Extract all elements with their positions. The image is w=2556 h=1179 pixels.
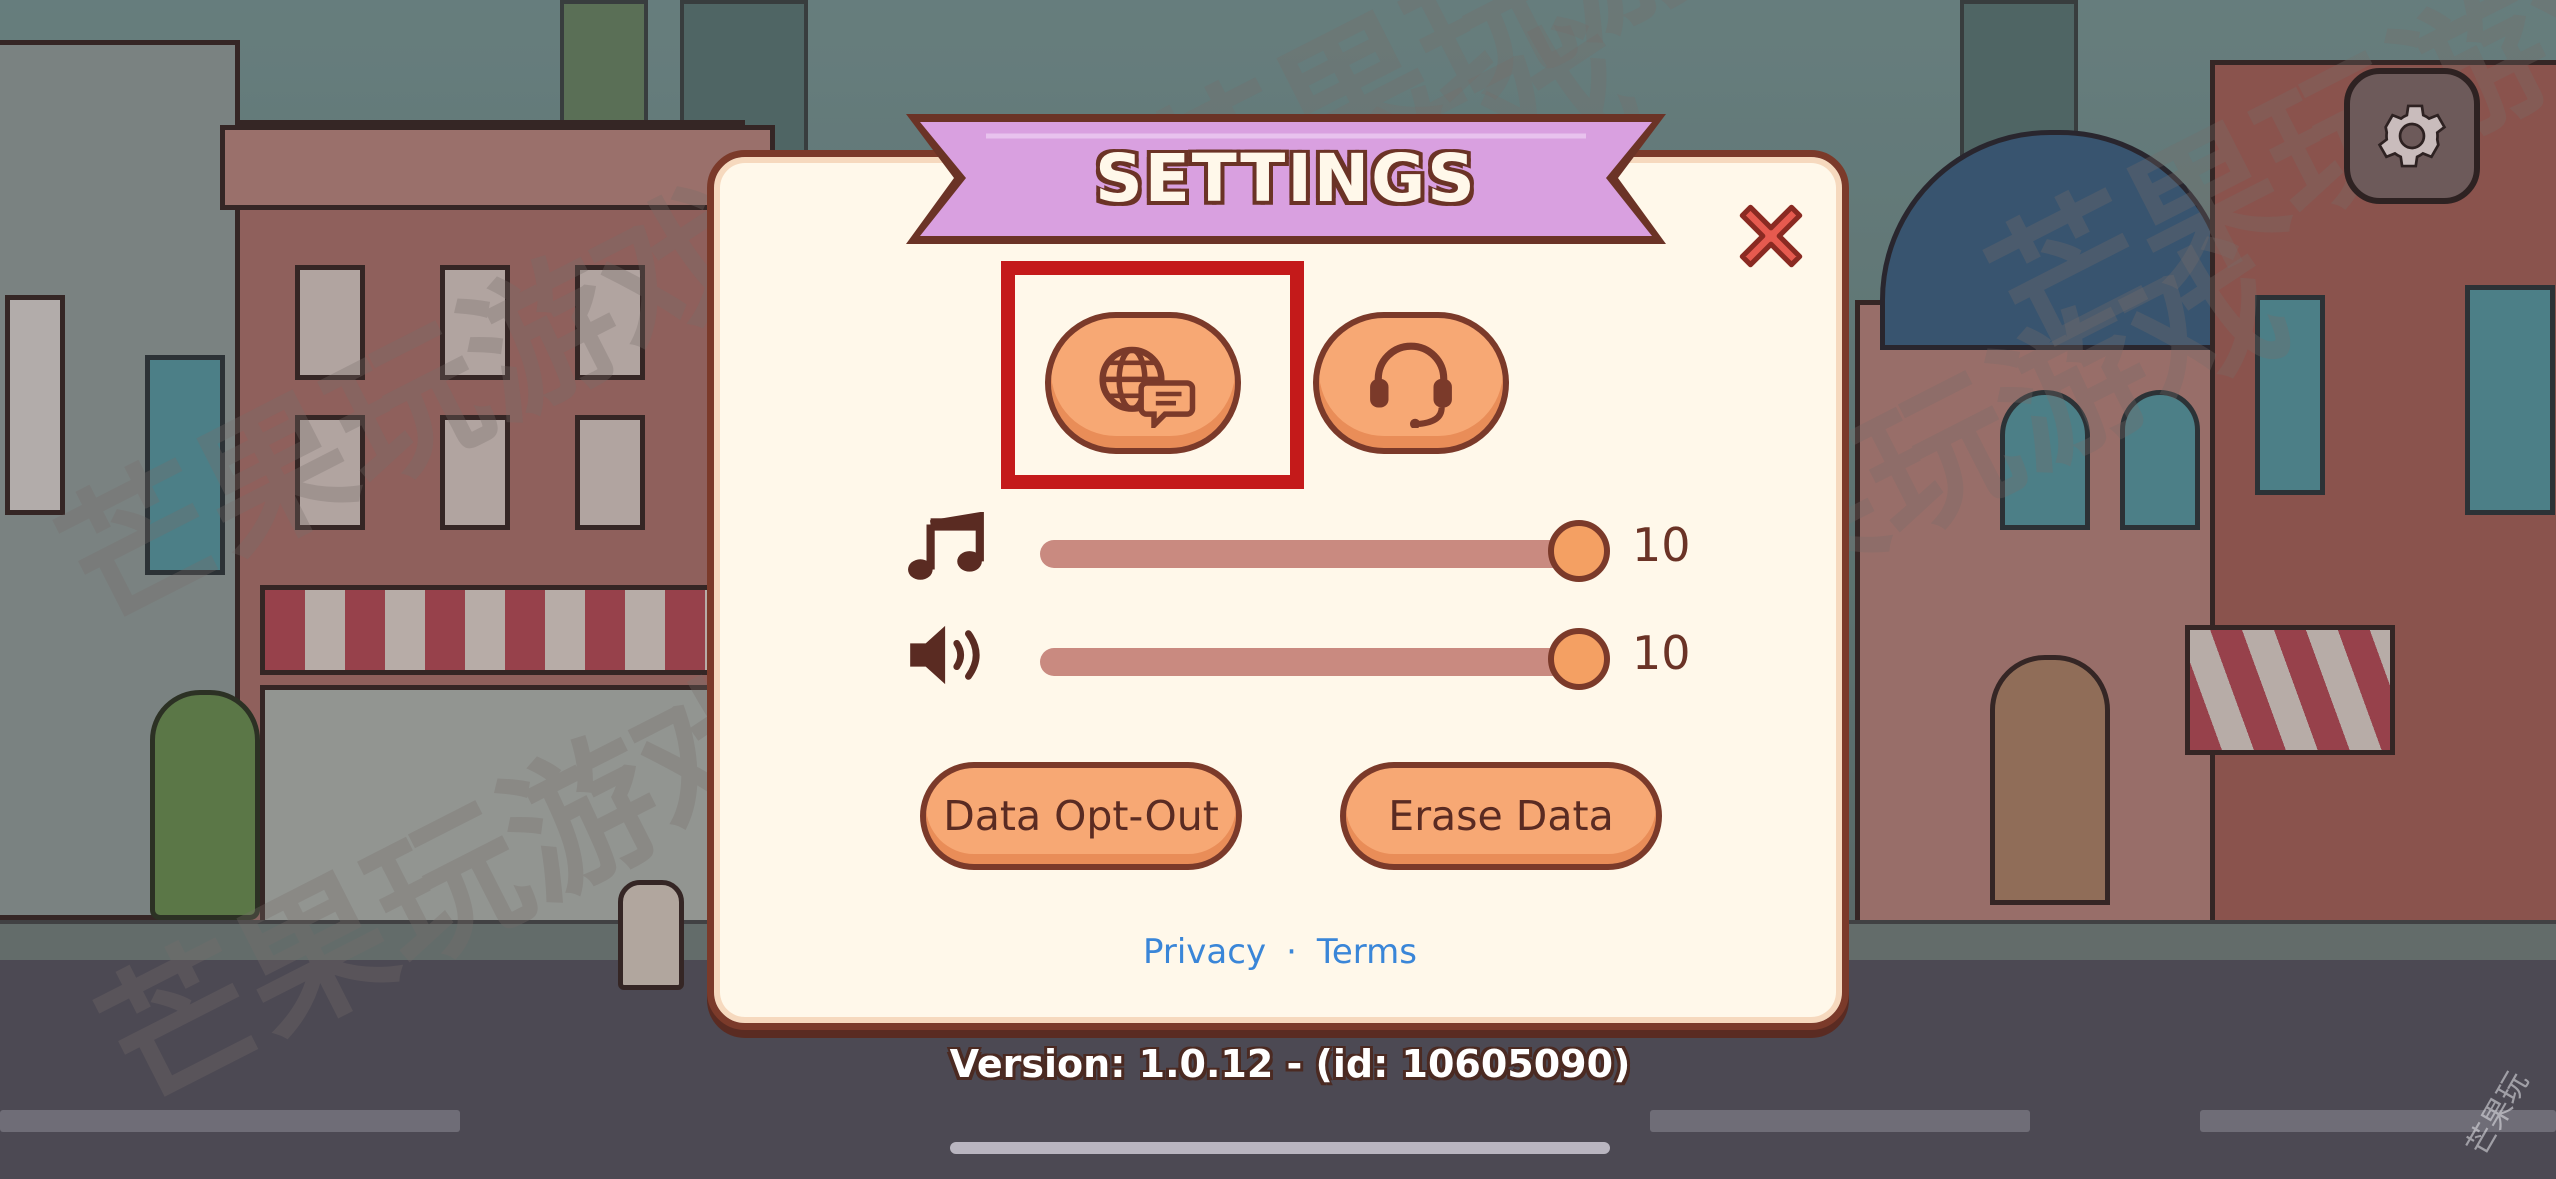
- sound-volume-value: 10: [1632, 626, 1691, 680]
- data-opt-out-button[interactable]: Data Opt-Out: [920, 762, 1242, 870]
- speaker-icon: [910, 625, 980, 685]
- legal-links: Privacy · Terms: [1120, 932, 1440, 972]
- sound-row-icon: [906, 622, 992, 692]
- close-x-icon: [1739, 204, 1803, 268]
- music-slider-track[interactable]: [1040, 540, 1580, 568]
- gear-button[interactable]: [2344, 68, 2480, 204]
- home-indicator[interactable]: [950, 1142, 1610, 1154]
- erase-data-button[interactable]: Erase Data: [1340, 762, 1662, 870]
- language-button-highlight: [1001, 261, 1304, 489]
- version-label: Version: 1.0.12 - (id: 10605090): [949, 1042, 1631, 1086]
- sound-slider-track[interactable]: [1040, 648, 1580, 676]
- music-volume-value: 10: [1632, 518, 1691, 572]
- music-slider-knob[interactable]: [1548, 520, 1610, 582]
- music-note-icon: [908, 511, 984, 580]
- settings-title: SETTINGS: [1095, 140, 1477, 217]
- privacy-link[interactable]: Privacy: [1143, 932, 1266, 972]
- headset-icon: [1370, 342, 1452, 428]
- support-button[interactable]: [1313, 312, 1509, 454]
- sound-slider-knob[interactable]: [1548, 628, 1610, 690]
- link-separator: ·: [1286, 932, 1297, 972]
- gear-icon: [2377, 104, 2447, 168]
- music-row-icon: [906, 511, 988, 586]
- close-button[interactable]: [1730, 195, 1812, 277]
- terms-link[interactable]: Terms: [1317, 932, 1417, 972]
